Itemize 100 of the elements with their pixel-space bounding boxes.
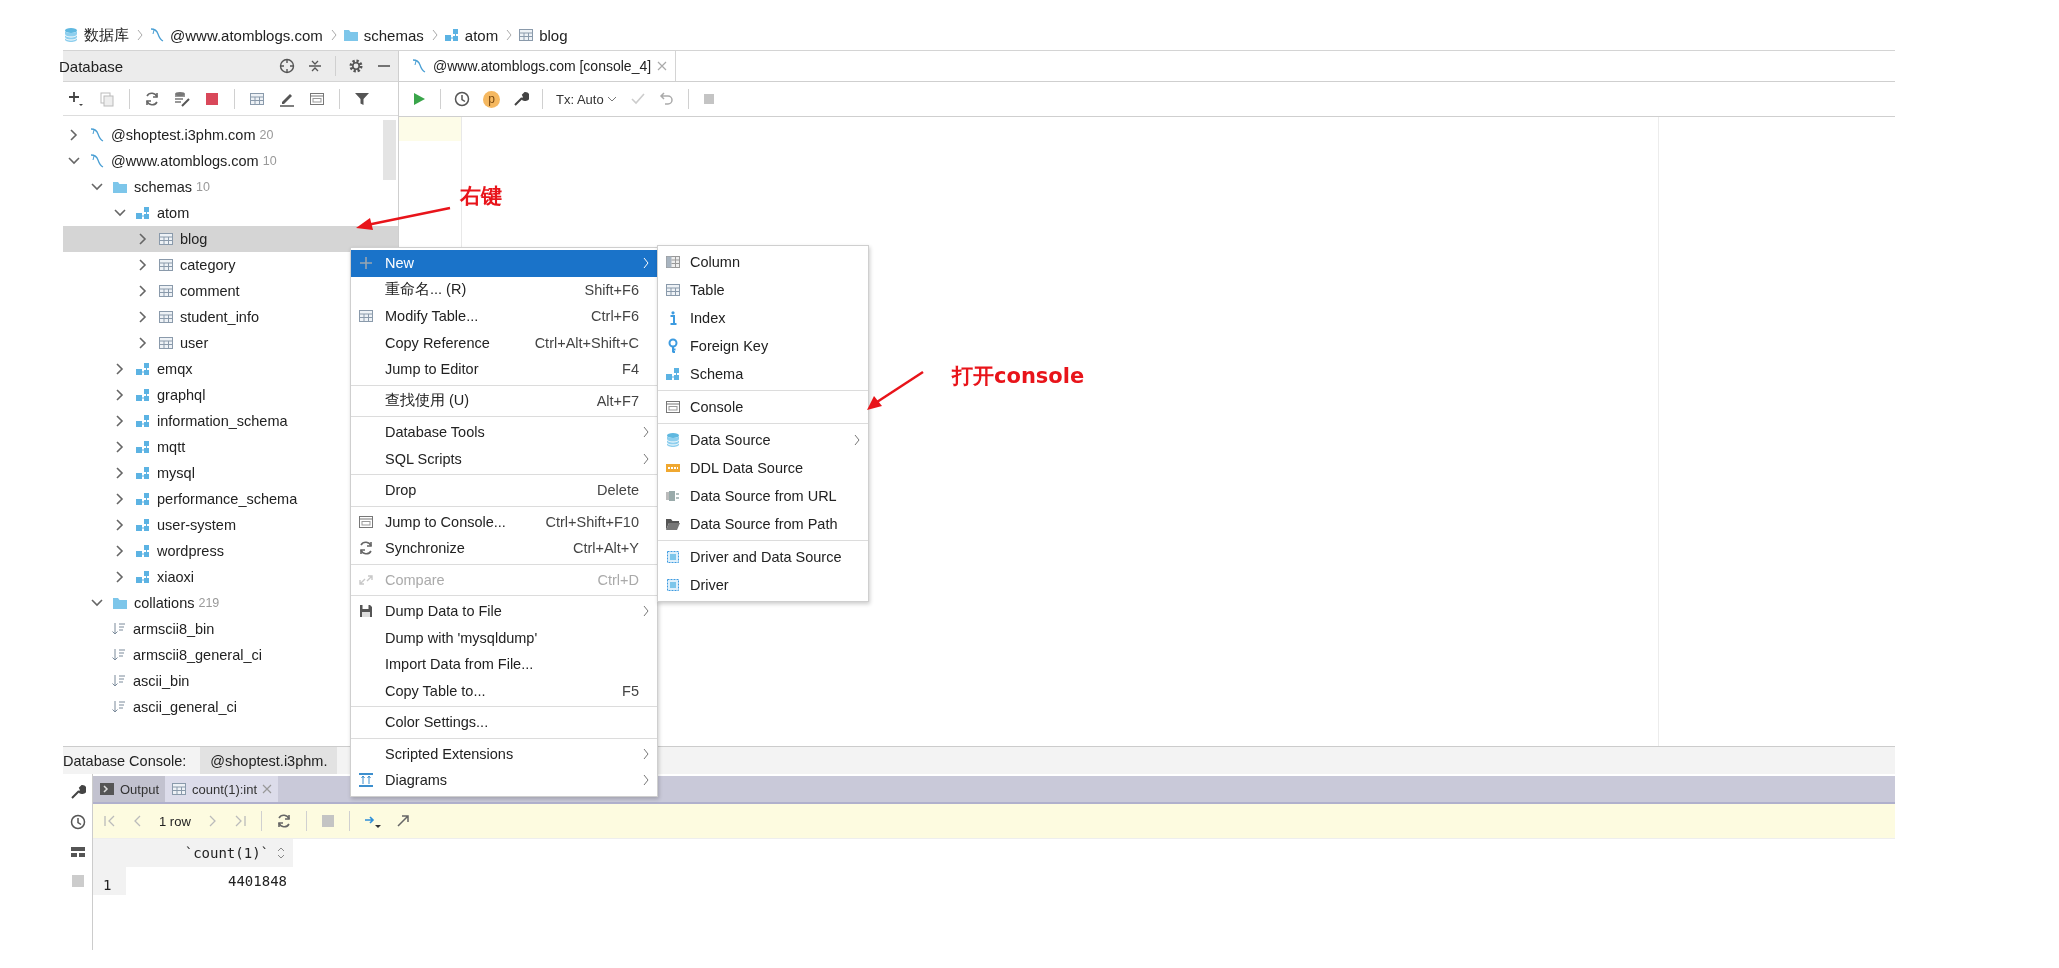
- menu-item[interactable]: New: [351, 250, 657, 277]
- table-icon: [158, 335, 174, 351]
- collapse-icon[interactable]: [307, 58, 323, 74]
- menu-item[interactable]: Foreign Key: [658, 332, 868, 360]
- connection-icon: [89, 127, 105, 143]
- filter-icon[interactable]: [354, 90, 370, 107]
- breadcrumb-item[interactable]: @www.atomblogs.com: [170, 26, 323, 44]
- schema-icon: [665, 366, 681, 382]
- breadcrumb-item[interactable]: 数据库: [84, 25, 129, 45]
- menu-item[interactable]: Table: [658, 276, 868, 304]
- refresh-icon[interactable]: [144, 90, 160, 107]
- sort-icon[interactable]: [277, 847, 285, 859]
- chevron-icon: [135, 28, 143, 42]
- scrollbar[interactable]: [383, 120, 396, 180]
- shortcut-text: Ctrl+Alt+Shift+C: [533, 334, 639, 351]
- shortcut-text: Ctrl+F6: [590, 308, 639, 325]
- menu-item[interactable]: Schema: [658, 360, 868, 388]
- menu-item[interactable]: Driver: [658, 571, 868, 599]
- menu-item[interactable]: Data Source: [658, 426, 868, 454]
- settings-icon[interactable]: [348, 58, 364, 74]
- profile-badge[interactable]: p: [483, 90, 500, 108]
- session-tab[interactable]: @shoptest.i3phm.: [200, 747, 338, 774]
- breadcrumb-item[interactable]: atom: [464, 26, 499, 44]
- console-icon[interactable]: [309, 90, 325, 107]
- edit-sql-icon[interactable]: [174, 90, 190, 107]
- menu-item[interactable]: Scripted Extensions: [351, 740, 657, 767]
- tx-mode-dropdown[interactable]: Tx: Auto: [556, 91, 617, 107]
- clock-icon[interactable]: [69, 814, 86, 830]
- diagram-icon: [358, 772, 374, 789]
- item-count: 10: [262, 154, 277, 168]
- menu-item[interactable]: 重命名... (R) Shift+F6: [351, 276, 657, 303]
- menu-item[interactable]: Index: [658, 304, 868, 332]
- chevron-icon: [504, 28, 513, 42]
- menu-item[interactable]: DDL Data Source: [658, 454, 868, 482]
- table-icon: [665, 282, 681, 298]
- folder-icon: [112, 179, 128, 195]
- breadcrumb-item[interactable]: schemas: [363, 26, 424, 44]
- schema-icon: [135, 517, 151, 533]
- schema-icon: [135, 387, 151, 403]
- tree-item[interactable]: blog: [63, 226, 398, 252]
- table-icon[interactable]: [249, 90, 265, 107]
- tree-item[interactable]: @shoptest.i3phm.com 20: [63, 122, 398, 148]
- table-icon: [171, 781, 188, 797]
- menu-item[interactable]: Column: [658, 248, 868, 276]
- menu-item[interactable]: Modify Table... Ctrl+F6: [351, 303, 657, 330]
- arrow-right-icon[interactable]: [363, 813, 382, 829]
- menu-item[interactable]: Driver and Data Source: [658, 543, 868, 571]
- menu-item[interactable]: 查找使用 (U) Alt+F7: [351, 387, 657, 414]
- sort-icon: [111, 621, 127, 637]
- table-icon: [518, 27, 535, 43]
- panel-title: Database Console:: [63, 752, 188, 769]
- expand-icon[interactable]: [395, 814, 410, 828]
- refresh-icon[interactable]: [275, 813, 292, 829]
- menu-item[interactable]: Database Tools: [351, 419, 657, 446]
- shortcut-text: Alt+F7: [595, 392, 639, 409]
- menu-item[interactable]: Data Source from Path: [658, 510, 868, 538]
- result-tab[interactable]: count(1):int: [165, 776, 279, 802]
- layout-icon[interactable]: [69, 844, 86, 860]
- crosshair-icon[interactable]: [279, 58, 295, 74]
- clock-icon[interactable]: [454, 91, 470, 107]
- breadcrumb-item[interactable]: blog: [539, 26, 568, 44]
- table-icon: [358, 308, 374, 325]
- menu-item[interactable]: Import Data from File...: [351, 651, 657, 678]
- run-icon[interactable]: [411, 91, 427, 107]
- folder-icon: [665, 516, 681, 532]
- menu-item[interactable]: Color Settings...: [351, 709, 657, 736]
- menu-item[interactable]: Diagrams: [351, 767, 657, 794]
- current-line-highlight: [399, 117, 461, 141]
- menu-item[interactable]: Drop Delete: [351, 477, 657, 504]
- menu-item[interactable]: Copy Table to... F5: [351, 677, 657, 704]
- menu-item[interactable]: Synchronize Ctrl+Alt+Y: [351, 535, 657, 562]
- menu-item[interactable]: Copy Reference Ctrl+Alt+Shift+C: [351, 329, 657, 356]
- wrench-icon[interactable]: [69, 784, 86, 800]
- stop-icon[interactable]: [204, 90, 220, 107]
- result-tab[interactable]: Output: [93, 776, 166, 802]
- plus-icon[interactable]: [67, 89, 85, 108]
- menu-item[interactable]: Jump to Console... Ctrl+Shift+F10: [351, 508, 657, 535]
- menu-item[interactable]: SQL Scripts: [351, 445, 657, 472]
- sort-icon: [111, 673, 127, 689]
- menu-item[interactable]: Dump Data to File: [351, 598, 657, 625]
- table-icon: [158, 283, 174, 299]
- shortcut-text: F5: [621, 682, 639, 699]
- save-icon: [358, 603, 374, 620]
- menu-item[interactable]: Jump to Editor F4: [351, 356, 657, 383]
- menu-item[interactable]: Data Source from URL: [658, 482, 868, 510]
- item-count: 10: [196, 180, 210, 194]
- driver-icon: [665, 549, 681, 565]
- table-icon: [158, 231, 174, 247]
- tree-item[interactable]: atom: [63, 200, 398, 226]
- row-count: 1 row: [159, 813, 191, 829]
- menu-item[interactable]: Console: [658, 393, 868, 421]
- schema-icon: [135, 205, 151, 221]
- menu-item[interactable]: Dump with 'mysqldump': [351, 624, 657, 651]
- tree-item[interactable]: @www.atomblogs.com 10: [63, 148, 398, 174]
- table-cell-text: 4401848: [227, 873, 288, 889]
- schema-icon: [135, 569, 151, 585]
- wrench-icon[interactable]: [513, 91, 529, 107]
- column-icon: [665, 254, 681, 270]
- schema-icon: [135, 361, 151, 377]
- tree-item[interactable]: schemas 10: [63, 174, 398, 200]
